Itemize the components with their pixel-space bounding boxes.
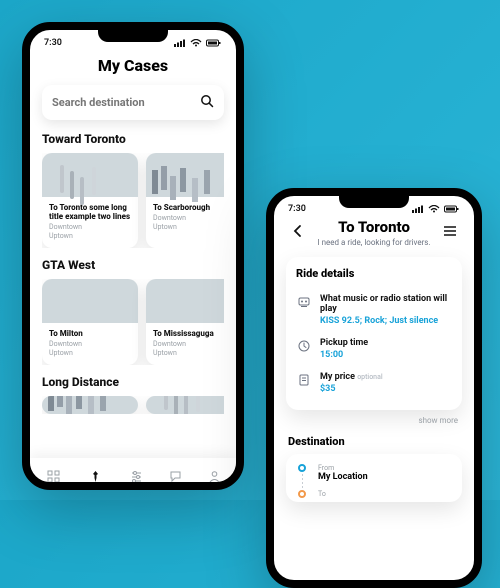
tab-label: CASES xyxy=(86,485,104,491)
card-image xyxy=(146,396,224,414)
card-subtitle: Downtown Uptown xyxy=(153,214,224,231)
destination-card[interactable] xyxy=(146,396,224,414)
detail-item-music[interactable]: What music or radio station will play KI… xyxy=(296,288,452,332)
tab-services[interactable]: SERVICES xyxy=(40,470,67,491)
card-title: To Mississaguga xyxy=(153,329,224,338)
ride-details-panel: Ride details What music or radio station… xyxy=(286,257,462,410)
back-button[interactable] xyxy=(290,223,306,243)
card-image xyxy=(146,279,224,323)
pin-icon xyxy=(89,470,102,483)
section-heading: GTA West xyxy=(42,258,224,272)
screen-cases: My Cases Toward Toronto To Toronto some … xyxy=(30,50,236,490)
detail-subtitle: I need a ride, looking for drivers. xyxy=(317,238,430,247)
destination-card[interactable] xyxy=(42,396,138,414)
clock-icon xyxy=(296,338,312,360)
route-panel: From My Location To xyxy=(286,454,462,502)
search-icon[interactable] xyxy=(200,93,214,112)
wifi-icon xyxy=(190,39,202,47)
grid-icon xyxy=(47,470,60,483)
route-from[interactable]: From My Location xyxy=(296,464,452,490)
destination-heading: Destination xyxy=(288,435,460,448)
card-row-toronto[interactable]: To Toronto some long title example two l… xyxy=(42,153,224,248)
detail-header: To Toronto I need a ride, looking for dr… xyxy=(286,216,462,247)
status-time: 7:30 xyxy=(288,204,306,214)
user-icon xyxy=(208,470,221,483)
card-subtitle: Downtown Uptown xyxy=(49,340,131,357)
card-image xyxy=(42,279,138,323)
destination-card[interactable]: To Toronto some long title example two l… xyxy=(42,153,138,248)
to-label: To xyxy=(318,490,326,498)
item-label: Pickup time xyxy=(320,338,452,348)
page-title: My Cases xyxy=(42,56,224,75)
route-to[interactable]: To xyxy=(296,490,452,498)
card-title: To Milton xyxy=(49,329,131,338)
route-connector-icon xyxy=(302,474,303,488)
status-time: 7:30 xyxy=(44,38,62,48)
show-more-link[interactable]: show more xyxy=(286,416,458,425)
tab-label: RESULTS xyxy=(124,485,148,491)
detail-item-pickup[interactable]: Pickup time 15:00 xyxy=(296,332,452,366)
card-row-gta-west[interactable]: To Milton Downtown Uptown To Mississagug… xyxy=(42,279,224,365)
section-heading: Long Distance xyxy=(42,375,224,389)
sliders-icon xyxy=(130,470,143,483)
card-title: To Toronto some long title example two l… xyxy=(49,203,131,221)
card-image xyxy=(42,396,138,414)
origin-dot-icon xyxy=(298,464,306,472)
battery-icon xyxy=(444,205,460,213)
menu-button[interactable] xyxy=(442,223,458,243)
item-value: 15:00 xyxy=(320,350,452,360)
tab-results[interactable]: RESULTS xyxy=(124,470,148,491)
detail-item-price[interactable]: My price optional $35 xyxy=(296,366,452,400)
item-label: What music or radio station will play xyxy=(320,294,452,314)
section-heading: Toward Toronto xyxy=(42,132,224,146)
panel-heading: Ride details xyxy=(296,267,452,280)
item-value: KISS 92.5; Rock; Just silence xyxy=(320,316,452,326)
tab-chat[interactable]: CHAT xyxy=(168,470,183,491)
from-label: From xyxy=(318,464,368,472)
price-icon xyxy=(296,372,312,394)
tab-cases[interactable]: CASES xyxy=(86,470,104,491)
tab-label: CHAT xyxy=(168,485,183,491)
item-label: My price optional xyxy=(320,372,452,382)
card-image xyxy=(146,153,224,197)
card-image xyxy=(42,153,138,197)
destination-card[interactable]: To Scarborough Downtown Uptown xyxy=(146,153,224,248)
cell-signal-icon xyxy=(412,205,424,213)
card-subtitle: Downtown Uptown xyxy=(49,223,131,240)
search-bar[interactable] xyxy=(42,85,224,120)
destination-card[interactable]: To Mississaguga Downtown Uptown xyxy=(146,279,224,365)
phone-ride-detail: 7:30 To Toronto I need a ride, looking f… xyxy=(266,188,482,588)
tab-label: SERVICES xyxy=(40,485,67,491)
cell-signal-icon xyxy=(174,39,186,47)
battery-icon xyxy=(206,39,222,47)
from-value: My Location xyxy=(318,472,368,482)
chat-icon xyxy=(169,470,182,483)
tab-label: PROFILE xyxy=(203,485,226,491)
tab-bar: SERVICES CASES RESULTS CHAT PROFILE xyxy=(30,458,236,490)
music-icon xyxy=(296,294,312,326)
destination-dot-icon xyxy=(298,490,306,498)
tab-profile[interactable]: PROFILE xyxy=(203,470,226,491)
item-value: $35 xyxy=(320,384,452,394)
card-subtitle: Downtown Uptown xyxy=(153,340,224,357)
phone-cases: 7:30 My Cases Toward Toronto To Toronto … xyxy=(22,22,244,490)
search-input[interactable] xyxy=(52,96,200,109)
screen-ride-detail: To Toronto I need a ride, looking for dr… xyxy=(274,216,474,588)
notch xyxy=(339,196,409,208)
notch xyxy=(98,30,168,42)
wifi-icon xyxy=(428,205,440,213)
card-title: To Scarborough xyxy=(153,203,224,212)
destination-card[interactable]: To Milton Downtown Uptown xyxy=(42,279,138,365)
card-row-long-distance[interactable] xyxy=(42,396,224,414)
detail-title: To Toronto xyxy=(317,218,430,236)
